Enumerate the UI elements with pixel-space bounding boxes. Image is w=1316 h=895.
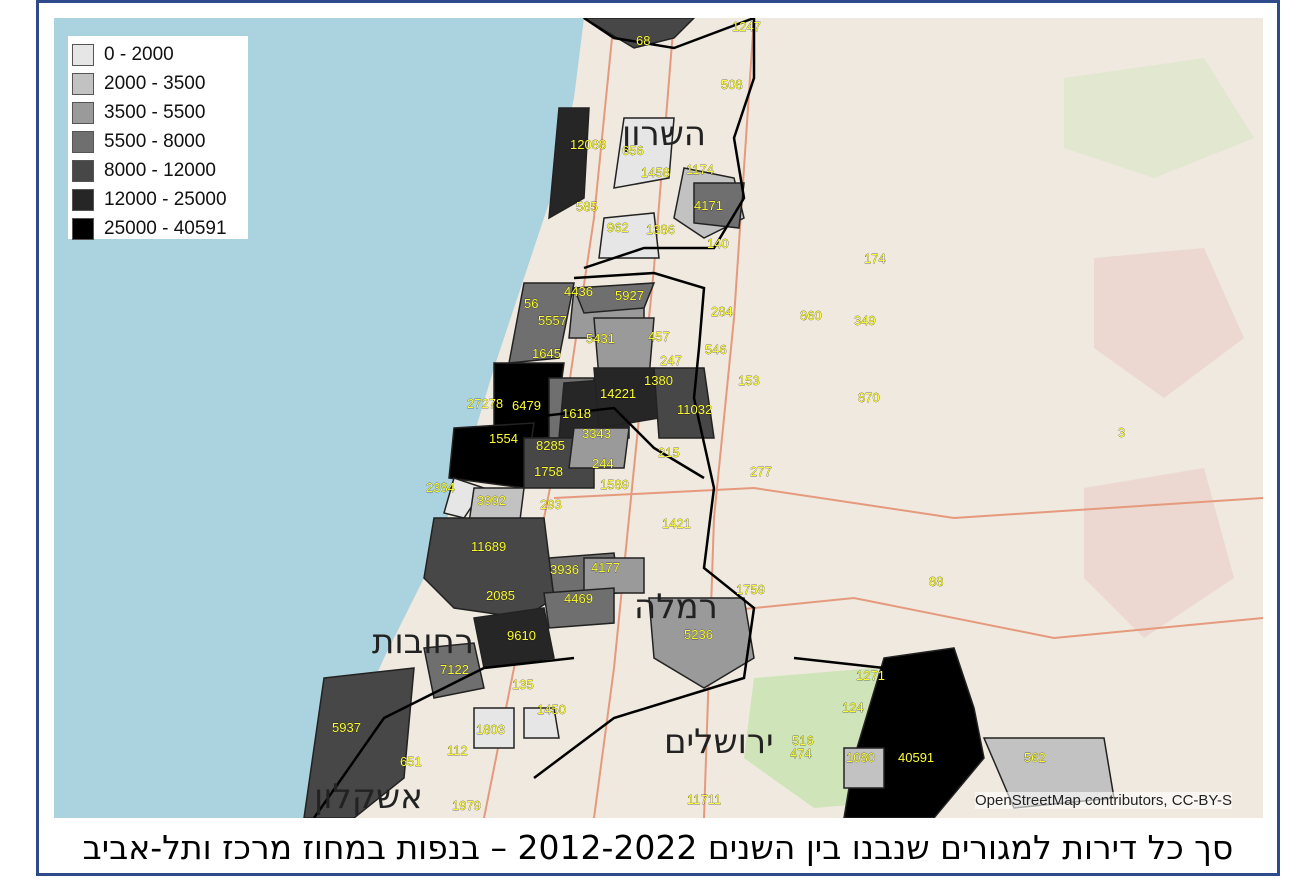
district-value-label: 27278 — [467, 396, 503, 411]
district-value-label: 284 — [711, 304, 733, 319]
figure-caption: סך כל דירות למגורים שנבנו בין השנים 2012… — [82, 828, 1234, 867]
legend-label: 8000 - 12000 — [104, 159, 216, 181]
district-value-label: 277 — [750, 464, 772, 479]
district-value-label: 1979 — [452, 798, 481, 813]
district-value-label: 1386 — [646, 222, 675, 237]
district-value-label: 5557 — [538, 313, 567, 328]
district-value-label: 40591 — [898, 750, 934, 765]
legend-item: 0 - 2000 — [72, 40, 248, 69]
region-label-ashkelon: אשקלון — [314, 777, 423, 817]
district-value-label: 3936 — [550, 562, 579, 577]
district-value-label: 2384 — [426, 480, 455, 495]
district-value-label: 153 — [738, 373, 760, 388]
legend-swatch — [72, 188, 94, 211]
district-value-label: 562 — [1024, 750, 1046, 765]
district-value-label: 4177 — [591, 560, 620, 575]
district-value-label: 14221 — [600, 386, 636, 401]
district-value-label: 349 — [854, 313, 876, 328]
legend-swatch — [72, 101, 94, 124]
legend-item: 3500 - 5500 — [72, 98, 248, 127]
district-value-label: 1271 — [856, 668, 885, 683]
district-value-label: 8285 — [536, 438, 565, 453]
legend-item: 5500 - 8000 — [72, 127, 248, 156]
district-value-label: 1380 — [644, 373, 673, 388]
legend-label: 5500 - 8000 — [104, 130, 206, 152]
district-value-label: 56 — [524, 296, 538, 311]
district-value-label: 9610 — [507, 628, 536, 643]
district-value-label: 1618 — [562, 406, 591, 421]
legend-label: 2000 - 3500 — [104, 72, 206, 94]
legend-label: 25000 - 40591 — [104, 217, 227, 239]
district-value-label: 124 — [842, 700, 864, 715]
district-value-label: 88 — [929, 574, 943, 589]
district-value-label: 11032 — [677, 402, 712, 417]
district-value-label: 135 — [512, 677, 534, 692]
legend-item: 2000 - 3500 — [72, 69, 248, 98]
district-value-label: 1450 — [537, 702, 566, 717]
legend-swatch — [72, 130, 94, 153]
district-value-label: 247 — [660, 353, 682, 368]
region-label-ramla: רמלה — [634, 587, 718, 627]
district-value-label: 4469 — [564, 591, 593, 606]
district-value-label: 7122 — [440, 662, 469, 677]
district-value-label: 3 — [1118, 425, 1125, 440]
legend-swatch — [72, 72, 94, 95]
district-value-label: 651 — [400, 754, 422, 769]
map-attribution[interactable]: OpenStreetMap contributors, CC-BY-S — [975, 792, 1233, 809]
district-value-label: 5937 — [332, 720, 361, 735]
district-value-label: 1421 — [662, 516, 691, 531]
legend-item: 8000 - 12000 — [72, 156, 248, 185]
district-value-label: 1803 — [476, 722, 505, 737]
district-value-label: 1759 — [736, 582, 765, 597]
legend: 0 - 2000 2000 - 3500 3500 - 5500 5500 - 800… — [68, 36, 248, 240]
legend-item: 12000 - 25000 — [72, 185, 248, 214]
district-value-label: 4171 — [694, 198, 723, 213]
district-value-label: 1589 — [600, 477, 629, 492]
district-value-label: 11711 — [687, 792, 721, 807]
district-value-label: 12088 — [570, 137, 606, 152]
district-value-label: 293 — [540, 497, 562, 512]
legend-label: 0 - 2000 — [104, 43, 174, 65]
district-value-label: 6479 — [512, 398, 541, 413]
district-value-label: 2085 — [486, 588, 515, 603]
district-value-label: 870 — [858, 390, 880, 405]
district-value-label: 457 — [648, 329, 670, 344]
district-value-label: 1247 — [732, 19, 761, 34]
legend-label: 12000 - 25000 — [104, 188, 227, 210]
district-value-label: 962 — [607, 220, 629, 235]
region-label-jerusalem: ירושלים — [664, 722, 774, 762]
district-value-label: 5236 — [684, 627, 713, 642]
district-value-label: 474 — [790, 746, 812, 761]
district-value-label: 68 — [636, 33, 650, 48]
district-value-label: 174 — [864, 251, 886, 266]
district-value-label: 5431 — [586, 331, 615, 346]
district-value-label: 1758 — [534, 464, 563, 479]
legend-item: 25000 - 40591 — [72, 214, 248, 243]
district-value-label: 1458 — [641, 165, 670, 180]
district-value-label: 1554 — [489, 431, 518, 446]
district-value-label: 1174 — [686, 162, 714, 177]
district-value-label: 4436 — [564, 284, 593, 299]
district-value-label: 140 — [707, 236, 729, 251]
district-value-label: 1080 — [846, 750, 875, 765]
region-label-rehovot: רחובות — [372, 622, 474, 662]
legend-swatch — [72, 43, 94, 66]
district-value-label: 11689 — [471, 539, 506, 554]
district-value-label: 585 — [576, 199, 598, 214]
legend-label: 3500 - 5500 — [104, 101, 206, 123]
district-value-label: 5927 — [615, 288, 644, 303]
district-value-label: 1645 — [532, 346, 561, 361]
district-value-label: 860 — [800, 308, 822, 323]
legend-swatch — [72, 217, 94, 240]
district-value-label: 215 — [658, 445, 680, 460]
district-value-label: 546 — [705, 342, 727, 357]
district-value-label: 3343 — [582, 426, 611, 441]
district-value-label: 112 — [447, 743, 468, 758]
district-value-label: 508 — [721, 77, 743, 92]
district-value-label: 656 — [622, 143, 644, 158]
legend-swatch — [72, 159, 94, 182]
district-value-label: 244 — [592, 456, 614, 471]
district-value-label: 3992 — [477, 493, 506, 508]
